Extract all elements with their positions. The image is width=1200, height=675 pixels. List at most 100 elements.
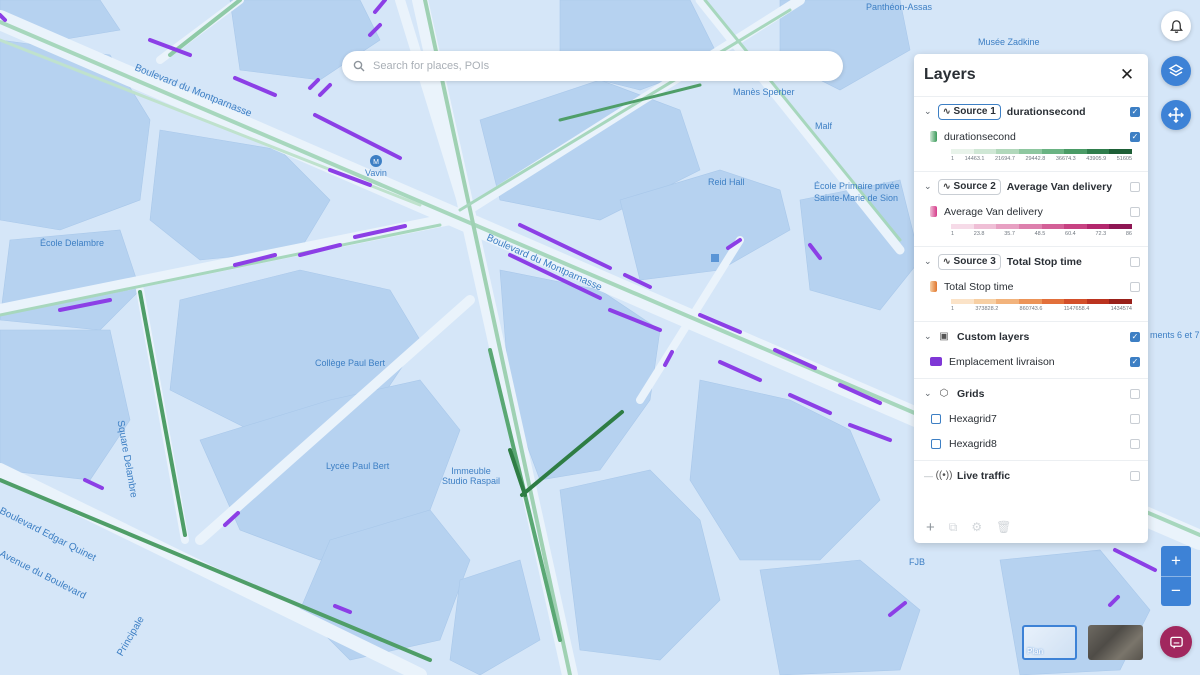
- search-input[interactable]: [371, 59, 815, 73]
- emplacement-livraison-checkbox[interactable]: ✓: [1130, 356, 1140, 367]
- map-label-musee-zadkine: Musée Zadkine: [978, 37, 1040, 47]
- hexagrid7-checkbox[interactable]: [1130, 413, 1140, 424]
- hexagrid8-label: Hexagrid8: [949, 437, 997, 450]
- source-badge: ∿ Source 2: [938, 178, 1001, 195]
- layers-button[interactable]: [1161, 56, 1191, 86]
- source-name: Total Stop time: [1006, 255, 1082, 268]
- source-swatch: [930, 131, 937, 142]
- chevron-down-icon[interactable]: ⌄: [924, 331, 934, 342]
- image-layer-icon: ▣: [939, 331, 949, 342]
- source-layer-label: Total Stop time: [944, 280, 1014, 293]
- color-ramp-ticks: 1 373828.2 860743.6 1147658.4 1434574: [951, 306, 1132, 315]
- settings-icon[interactable]: ⚙: [971, 520, 982, 534]
- search-icon: [353, 60, 365, 72]
- hexagrid8-swatch: [931, 438, 941, 449]
- source-layer-label: Average Van delivery: [944, 205, 1043, 218]
- source-3-section: ⌄ ∿ Source 3 Total Stop time Total Stop time…: [914, 246, 1148, 321]
- ramp-tick: 72.3: [1095, 231, 1107, 237]
- color-ramp: [951, 149, 1132, 154]
- source-checkbox[interactable]: [1130, 256, 1140, 267]
- map-label-malf: Malf: [815, 121, 833, 131]
- layers-panel-footer: + ⧉ ⚙ 🗑: [914, 511, 1148, 543]
- source-checkbox[interactable]: ✓: [1130, 106, 1140, 117]
- grids-checkbox[interactable]: [1130, 388, 1140, 399]
- map-label-sainte-marie: Sainte-Marie de Sion: [814, 193, 899, 203]
- hexagrid8-checkbox[interactable]: [1130, 438, 1140, 449]
- ramp-tick: 1: [951, 231, 955, 237]
- source-badge: ∿ Source 3: [938, 253, 1001, 270]
- map-label-fjb: FJB: [909, 557, 926, 567]
- color-ramp-ticks: 1 14463.1 21694.7 29442.8 36674.3 43905.9 5160…: [951, 156, 1132, 165]
- zoom-control: + −: [1161, 546, 1191, 606]
- grid-icon: ⬡: [939, 388, 949, 399]
- grids-title: Grids: [957, 387, 985, 400]
- basemap-satellite[interactable]: [1088, 625, 1143, 660]
- ramp-tick: 1147658.4: [1063, 306, 1090, 312]
- source-swatch: [930, 281, 937, 292]
- source-2-section: ⌄ ∿ Source 2 Average Van delivery Average Va…: [914, 171, 1148, 246]
- map-label-ecole-delambre: École Delambre: [40, 238, 105, 248]
- live-traffic-section: — ((•)) Live traffic: [914, 460, 1148, 490]
- ramp-tick: 1: [951, 306, 955, 312]
- ramp-tick: 43905.9: [1086, 156, 1107, 162]
- color-ramp: [951, 224, 1132, 229]
- color-ramp-ticks: 1 23.8 35.7 48.5 60.4 72.3 86: [951, 231, 1132, 240]
- source-layer-label: durationsecond: [944, 130, 1016, 143]
- broadcast-icon: ((•)): [935, 470, 953, 481]
- svg-text:M: M: [373, 159, 379, 166]
- ramp-tick: 373828.2: [975, 306, 999, 312]
- pulse-icon: ∿: [943, 256, 951, 266]
- basemap-plan[interactable]: Plan: [1022, 625, 1077, 660]
- source-swatch: [930, 206, 937, 217]
- source-checkbox[interactable]: [1130, 181, 1140, 192]
- zoom-in-button[interactable]: +: [1161, 546, 1191, 577]
- add-icon[interactable]: +: [926, 519, 935, 536]
- chevron-down-icon[interactable]: ⌄: [924, 106, 934, 117]
- ramp-tick: 51605: [1116, 156, 1132, 162]
- chat-button[interactable]: [1160, 626, 1192, 658]
- ramp-tick: 48.5: [1034, 231, 1046, 237]
- custom-layers-title: Custom layers: [957, 330, 1030, 343]
- chevron-down-icon[interactable]: ⌄: [924, 256, 934, 267]
- pulse-icon: ∿: [943, 181, 951, 191]
- custom-layers-checkbox[interactable]: ✓: [1130, 331, 1140, 342]
- live-traffic-title: Live traffic: [957, 469, 1011, 482]
- move-button[interactable]: [1161, 100, 1191, 130]
- ramp-tick: 36674.3: [1055, 156, 1076, 162]
- map-label-vavin: Vavin: [365, 168, 387, 178]
- source-layer-checkbox[interactable]: [1130, 206, 1140, 217]
- notifications-button[interactable]: [1161, 11, 1191, 41]
- zoom-out-button[interactable]: −: [1161, 577, 1191, 607]
- ramp-tick: 21694.7: [995, 156, 1015, 162]
- source-name: durationsecond: [1006, 105, 1086, 118]
- map-label-reid-hall: Reid Hall: [708, 177, 745, 187]
- map-label-ments-6-7: ments 6 et 7: [1150, 330, 1200, 340]
- ramp-tick: 60.4: [1065, 231, 1076, 237]
- chat-icon: [1169, 636, 1183, 649]
- dash-icon: —: [924, 470, 933, 481]
- ramp-tick: 86: [1125, 231, 1132, 237]
- basemap-plan-label: Plan: [1027, 647, 1044, 656]
- trash-icon[interactable]: 🗑: [996, 520, 1011, 534]
- custom-layers-section: ⌄ ▣ Custom layers ✓ Emplacement livraiso…: [914, 321, 1148, 378]
- source-name: Average Van delivery: [1006, 180, 1113, 193]
- ramp-tick: 14463.1: [964, 156, 985, 162]
- chevron-down-icon[interactable]: ⌄: [924, 181, 934, 192]
- chevron-down-icon[interactable]: ⌄: [924, 388, 934, 399]
- close-icon[interactable]: ✕: [1118, 65, 1136, 84]
- map-label-college-paul-bert: Collège Paul Bert: [315, 358, 386, 368]
- ramp-tick: 860743.6: [1019, 306, 1043, 312]
- layers-panel-title: Layers: [924, 66, 976, 83]
- pulse-icon: ∿: [943, 106, 951, 116]
- hexagrid7-label: Hexagrid7: [949, 412, 997, 425]
- copy-icon[interactable]: ⧉: [949, 520, 958, 535]
- live-traffic-checkbox[interactable]: [1130, 470, 1140, 481]
- move-icon: [1168, 107, 1184, 123]
- search-bar[interactable]: [342, 51, 843, 81]
- color-ramp: [951, 299, 1132, 304]
- source-layer-checkbox[interactable]: ✓: [1130, 131, 1140, 142]
- emplacement-swatch: [930, 357, 942, 366]
- source-layer-checkbox[interactable]: [1130, 281, 1140, 292]
- ramp-tick: 1434574: [1110, 306, 1132, 312]
- hexagrid7-swatch: [931, 413, 941, 424]
